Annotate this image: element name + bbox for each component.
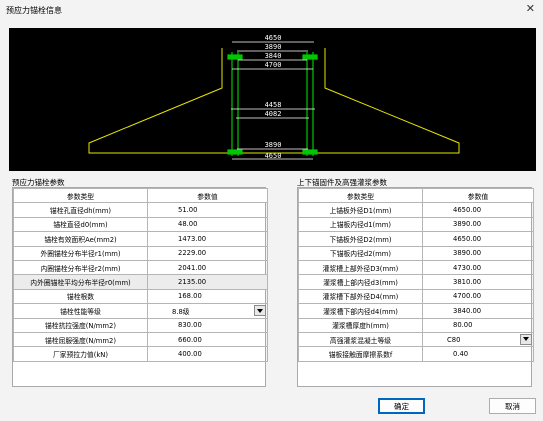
col-header-value: 参数值 xyxy=(422,187,534,204)
lower-anchor-plate-left xyxy=(227,149,243,155)
param-value-cell[interactable]: 80.00 xyxy=(422,317,534,333)
param-name-cell: 内圈锚栓分布半径r2(mm) xyxy=(13,259,148,276)
table-row: 灌浆槽上部外径D3(mm) 4730.00 xyxy=(298,259,534,276)
table-row: 上锚板外径D1(mm) 4650.00 xyxy=(298,202,534,218)
param-name-cell: 厂家预拉力值(kN) xyxy=(13,346,148,362)
param-value-cell[interactable]: 51.00 xyxy=(147,202,268,218)
anchor-param-grid: 参数类型 参数值 锚栓孔直径dh(mm) 51.00 锚栓直径d0(mm) 48.00… xyxy=(12,187,268,387)
param-name-cell: 锚栓孔直径dh(mm) xyxy=(13,202,148,218)
col-header-param: 参数类型 xyxy=(298,187,423,204)
param-name-cell: 灌浆槽下部外径D4(mm) xyxy=(298,288,423,305)
param-name-cell: 锚栓性能等级 xyxy=(13,303,148,319)
table-row: 灌浆槽上部内径d3(mm) 3810.00 xyxy=(298,274,534,290)
param-value-cell[interactable]: 830.00 xyxy=(147,317,268,333)
col-header-value: 参数值 xyxy=(147,187,268,204)
dim-label: 4650 xyxy=(265,34,282,42)
param-name-cell: 外圈锚栓分布半径r1(mm) xyxy=(13,245,148,261)
param-name-cell: 锚栓屈服强度(N/mm2) xyxy=(13,331,148,348)
table-row: 锚栓根数 168.00 xyxy=(13,288,268,305)
dim-label: 3840 xyxy=(265,52,282,60)
param-name-cell: 内外圈锚栓平均分布半径r0(mm) xyxy=(13,274,148,290)
window-title: 预应力锚栓信息 xyxy=(6,6,62,15)
param-value-cell[interactable]: 0.40 xyxy=(422,346,534,362)
table-row: 高强灌浆混凝土等级 C80 xyxy=(298,331,534,348)
dim-label: 4082 xyxy=(265,110,282,118)
table-row: 锚栓抗拉强度(N/mm2) 830.00 xyxy=(13,317,268,333)
dim-label: 3890 xyxy=(265,43,282,51)
table-row: 锚栓有效面积Ae(mm2) 1473.00 xyxy=(13,231,268,247)
param-value-cell[interactable]: 4730.00 xyxy=(422,259,534,276)
table-row: 灌浆槽下部内径d4(mm) 3840.00 xyxy=(298,303,534,319)
chevron-down-icon[interactable] xyxy=(520,333,532,345)
param-name-cell: 锚栓根数 xyxy=(13,288,148,305)
table-row: 锚板接触面摩擦系数f 0.40 xyxy=(298,346,534,362)
dim-label: 4458 xyxy=(265,101,282,109)
upper-anchor-plate-right xyxy=(302,54,318,60)
param-name-cell: 灌浆槽上部外径D3(mm) xyxy=(298,259,423,276)
param-value-cell[interactable]: 660.00 xyxy=(147,331,268,348)
table-row: 灌浆槽厚度h(mm) 80.00 xyxy=(298,317,534,333)
param-name-cell: 锚栓有效面积Ae(mm2) xyxy=(13,231,148,247)
param-value-cell[interactable]: 3810.00 xyxy=(422,274,534,290)
param-value-select[interactable]: C80 xyxy=(422,331,534,348)
section-drawing: 4650 3890 3840 4700 4458 4082 3890 4650 xyxy=(9,28,536,171)
param-name-cell: 灌浆槽厚度h(mm) xyxy=(298,317,423,333)
grout-param-grid: 参数类型 参数值 上锚板外径D1(mm) 4650.00 上锚板内径d1(mm) 38… xyxy=(297,187,534,387)
dim-label: 3890 xyxy=(265,141,282,149)
param-value-cell[interactable]: 168.00 xyxy=(147,288,268,305)
param-value-cell[interactable]: 4650.00 xyxy=(422,231,534,247)
param-name-cell: 下锚板内径d2(mm) xyxy=(298,245,423,261)
title-bar: 预应力锚栓信息 ✕ xyxy=(0,0,543,20)
table-row: 灌浆槽下部外径D4(mm) 4700.00 xyxy=(298,288,534,305)
param-value-cell[interactable]: 1473.00 xyxy=(147,231,268,247)
param-value-cell[interactable]: 3890.00 xyxy=(422,216,534,233)
table-row: 内外圈锚栓平均分布半径r0(mm) 2135.00 xyxy=(13,274,268,290)
table-row: 下锚板外径D2(mm) 4650.00 xyxy=(298,231,534,247)
param-value-cell[interactable]: 2229.00 xyxy=(147,245,268,261)
param-value-cell[interactable]: 4650.00 xyxy=(422,202,534,218)
param-value-cell[interactable]: 2135.00 xyxy=(147,274,268,290)
table-row: 下锚板内径d2(mm) 3890.00 xyxy=(298,245,534,261)
param-value-cell[interactable]: 400.00 xyxy=(147,346,268,362)
select-value: C80 xyxy=(447,335,461,344)
table-row: 厂家预拉力值(kN) 400.00 xyxy=(13,346,268,362)
param-name-cell: 锚栓直径d0(mm) xyxy=(13,216,148,233)
col-header-param: 参数类型 xyxy=(13,187,148,204)
table-row: 锚栓直径d0(mm) 48.00 xyxy=(13,216,268,233)
select-value: 8.8级 xyxy=(172,307,190,316)
lower-anchor-plate-right xyxy=(302,149,318,155)
param-name-cell: 锚栓抗拉强度(N/mm2) xyxy=(13,317,148,333)
cancel-button[interactable]: 取消 xyxy=(489,398,536,414)
ok-button[interactable]: 确定 xyxy=(378,398,425,414)
param-name-cell: 灌浆槽上部内径d3(mm) xyxy=(298,274,423,290)
param-value-cell[interactable]: 2041.00 xyxy=(147,259,268,276)
table-row: 锚栓屈服强度(N/mm2) 660.00 xyxy=(13,331,268,348)
dim-label: 4700 xyxy=(265,61,282,69)
param-value-cell[interactable]: 48.00 xyxy=(147,216,268,233)
upper-anchor-plate-left xyxy=(227,54,243,60)
param-name-cell: 灌浆槽下部内径d4(mm) xyxy=(298,303,423,319)
close-icon[interactable]: ✕ xyxy=(526,3,535,15)
param-name-cell: 下锚板外径D2(mm) xyxy=(298,231,423,247)
table-row: 外圈锚栓分布半径r1(mm) 2229.00 xyxy=(13,245,268,261)
param-value-cell[interactable]: 3840.00 xyxy=(422,303,534,319)
table-row: 锚栓孔直径dh(mm) 51.00 xyxy=(13,202,268,218)
param-name-cell: 上锚板外径D1(mm) xyxy=(298,202,423,218)
dim-label: 4650 xyxy=(265,152,282,160)
table-row: 上锚板内径d1(mm) 3890.00 xyxy=(298,216,534,233)
param-name-cell: 锚板接触面摩擦系数f xyxy=(298,346,423,362)
param-name-cell: 上锚板内径d1(mm) xyxy=(298,216,423,233)
param-value-cell[interactable]: 4700.00 xyxy=(422,288,534,305)
chevron-down-icon[interactable] xyxy=(254,305,266,317)
table-row: 内圈锚栓分布半径r2(mm) 2041.00 xyxy=(13,259,268,276)
param-value-cell[interactable]: 3890.00 xyxy=(422,245,534,261)
table-row: 锚栓性能等级 8.8级 xyxy=(13,303,268,319)
param-value-select[interactable]: 8.8级 xyxy=(147,303,268,319)
param-name-cell: 高强灌浆混凝土等级 xyxy=(298,331,423,348)
